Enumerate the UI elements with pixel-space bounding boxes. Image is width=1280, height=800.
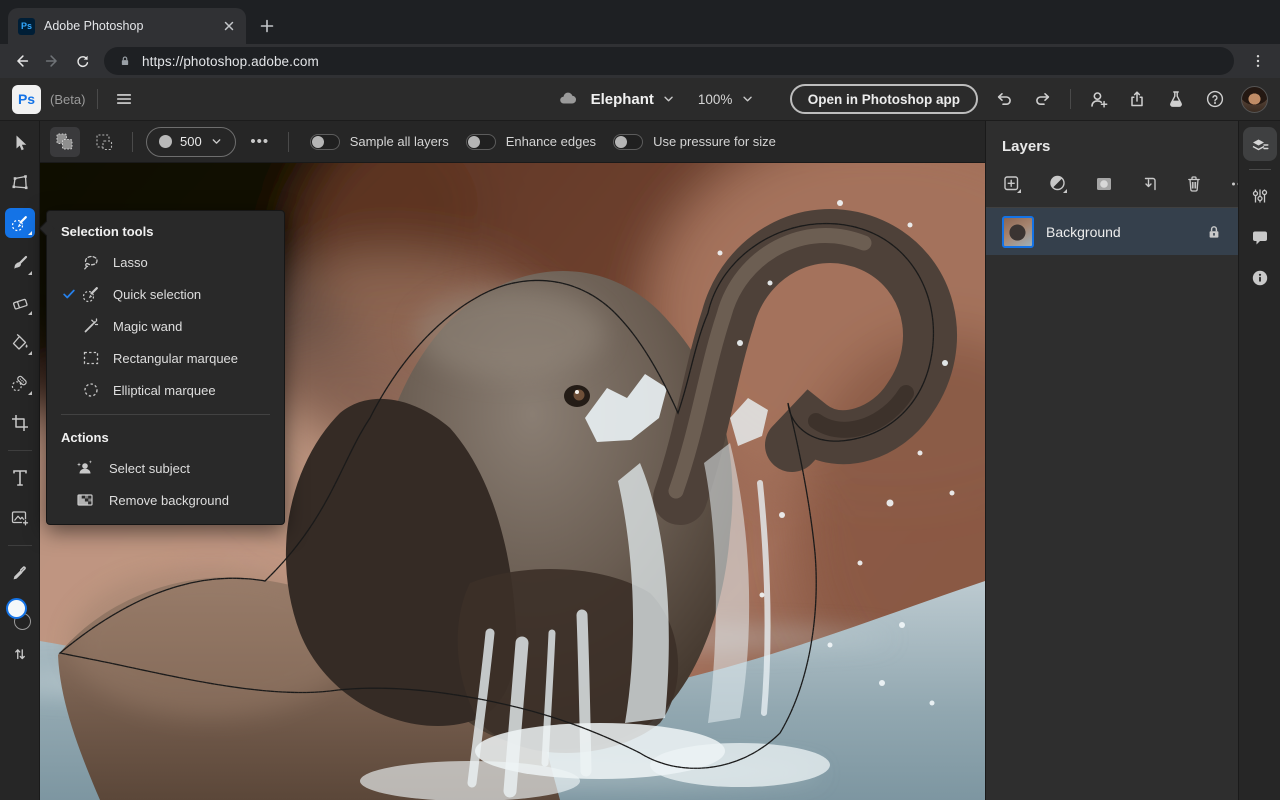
flyout-section-title: Actions [61, 430, 109, 445]
layers-panel-title: Layers [1002, 138, 1051, 155]
tab-title: Adobe Photoshop [44, 19, 144, 33]
delete-layer-button[interactable] [1184, 173, 1204, 195]
layer-name: Background [1046, 223, 1121, 240]
foreground-color-swatch[interactable] [5, 598, 27, 619]
browser-toolbar: https://photoshop.adobe.com [0, 44, 1280, 78]
brush-size-dropdown[interactable]: 500 [146, 126, 236, 157]
layers-panel: Layers Background [985, 121, 1246, 800]
redo-button[interactable] [1030, 86, 1056, 112]
selection-tools-flyout: Selection tools Lasso Quick selection Ma… [46, 210, 285, 525]
check-icon [61, 287, 77, 301]
add-layer-button[interactable] [1002, 173, 1023, 195]
crop-tool[interactable] [5, 408, 35, 438]
comments-panel-tab[interactable] [1243, 220, 1277, 254]
brush-size-value: 500 [180, 134, 202, 149]
invite-people-icon[interactable] [1085, 86, 1111, 112]
enhance-edges-toggle[interactable] [465, 133, 496, 150]
layer-lock-icon[interactable] [1206, 224, 1222, 240]
move-tool[interactable] [5, 128, 35, 158]
use-pressure-label: Use pressure for size [653, 134, 776, 149]
transform-tool[interactable] [5, 168, 35, 198]
clipping-mask-button[interactable] [1139, 173, 1159, 195]
menu-item-magic-wand[interactable]: Magic wand [47, 310, 284, 342]
menu-item-select-subject[interactable]: Select subject [47, 452, 284, 484]
doc-chevron-down-icon[interactable] [662, 92, 676, 106]
type-tool[interactable] [5, 463, 35, 493]
swap-colors-button[interactable] [5, 642, 35, 666]
rectangular-marquee-icon [81, 348, 101, 368]
enhance-edges-label: Enhance edges [505, 134, 597, 149]
tab-close-icon[interactable] [220, 17, 238, 35]
open-in-photoshop-app-button[interactable]: Open in Photoshop app [789, 84, 978, 114]
share-icon[interactable] [1124, 86, 1150, 112]
fill-tool[interactable] [5, 328, 35, 358]
new-tab-button[interactable] [254, 13, 280, 39]
eyedropper-tool[interactable] [5, 558, 35, 588]
help-icon[interactable] [1202, 86, 1228, 112]
forward-button[interactable] [38, 47, 66, 75]
zoom-chevron-down-icon[interactable] [740, 92, 754, 106]
layer-mask-button[interactable] [1094, 173, 1114, 195]
layer-row-background[interactable]: Background [986, 208, 1238, 255]
reload-button[interactable] [68, 47, 96, 75]
color-swatches[interactable] [5, 598, 35, 634]
experiments-flask-icon[interactable] [1163, 86, 1189, 112]
cloud-icon [560, 92, 577, 104]
eraser-tool[interactable] [5, 288, 35, 318]
photoshop-favicon: Ps [18, 17, 35, 35]
select-subject-icon [75, 458, 95, 478]
remove-background-icon [75, 490, 95, 510]
photoshop-header: Ps (Beta) Elephant 100% Open in Photosho… [0, 78, 1280, 121]
menu-item-lasso[interactable]: Lasso [47, 246, 284, 278]
browser-tabstrip: Ps Adobe Photoshop [0, 0, 1280, 44]
brush-tool[interactable] [5, 248, 35, 278]
zoom-level[interactable]: 100% [698, 92, 733, 107]
properties-panel-tab[interactable] [1243, 179, 1277, 213]
browser-menu-icon[interactable] [1244, 47, 1272, 75]
flyout-section-title: Selection tools [61, 224, 154, 239]
sample-all-layers-toggle[interactable] [309, 133, 340, 150]
magic-wand-icon [81, 316, 101, 336]
sample-all-layers-label: Sample all layers [349, 134, 449, 149]
brush-size-preview-dot [159, 135, 172, 148]
place-image-tool[interactable] [5, 503, 35, 533]
url-text: https://photoshop.adobe.com [142, 53, 319, 69]
main-menu-button[interactable] [110, 85, 138, 113]
panel-rail [1238, 121, 1280, 800]
lasso-icon [81, 252, 101, 272]
info-panel-tab[interactable] [1243, 261, 1277, 295]
subtract-from-selection-button[interactable] [89, 127, 119, 157]
menu-item-rectangular-marquee[interactable]: Rectangular marquee [47, 342, 284, 374]
document-name[interactable]: Elephant [591, 91, 654, 108]
healing-brush-tool[interactable] [5, 368, 35, 398]
photoshop-logo: Ps [12, 84, 41, 114]
tool-options-bar: 500 ••• Sample all layers Enhance edges … [40, 121, 985, 163]
menu-item-quick-selection[interactable]: Quick selection [47, 278, 284, 310]
quick-selection-icon [81, 284, 101, 304]
more-options-button[interactable]: ••• [245, 127, 275, 157]
elliptical-marquee-icon [81, 380, 101, 400]
adjustment-layer-button[interactable] [1048, 173, 1069, 195]
chevron-down-icon [212, 139, 221, 144]
add-to-selection-button[interactable] [50, 126, 80, 157]
document-info: Elephant 100% [558, 88, 755, 110]
lock-icon [121, 56, 129, 66]
menu-item-remove-background[interactable]: Remove background [47, 484, 284, 516]
beta-label: (Beta) [50, 91, 86, 107]
quick-selection-tool[interactable] [4, 208, 35, 238]
undo-button[interactable] [991, 86, 1017, 112]
use-pressure-toggle[interactable] [613, 133, 644, 150]
back-button[interactable] [8, 47, 36, 75]
layers-panel-tab[interactable] [1242, 127, 1277, 161]
user-avatar[interactable] [1241, 85, 1268, 113]
layer-thumbnail[interactable] [1002, 215, 1034, 248]
menu-item-elliptical-marquee[interactable]: Elliptical marquee [47, 374, 284, 406]
tool-rail [0, 121, 40, 800]
browser-tab[interactable]: Ps Adobe Photoshop [8, 8, 246, 44]
url-bar[interactable]: https://photoshop.adobe.com [104, 47, 1234, 75]
